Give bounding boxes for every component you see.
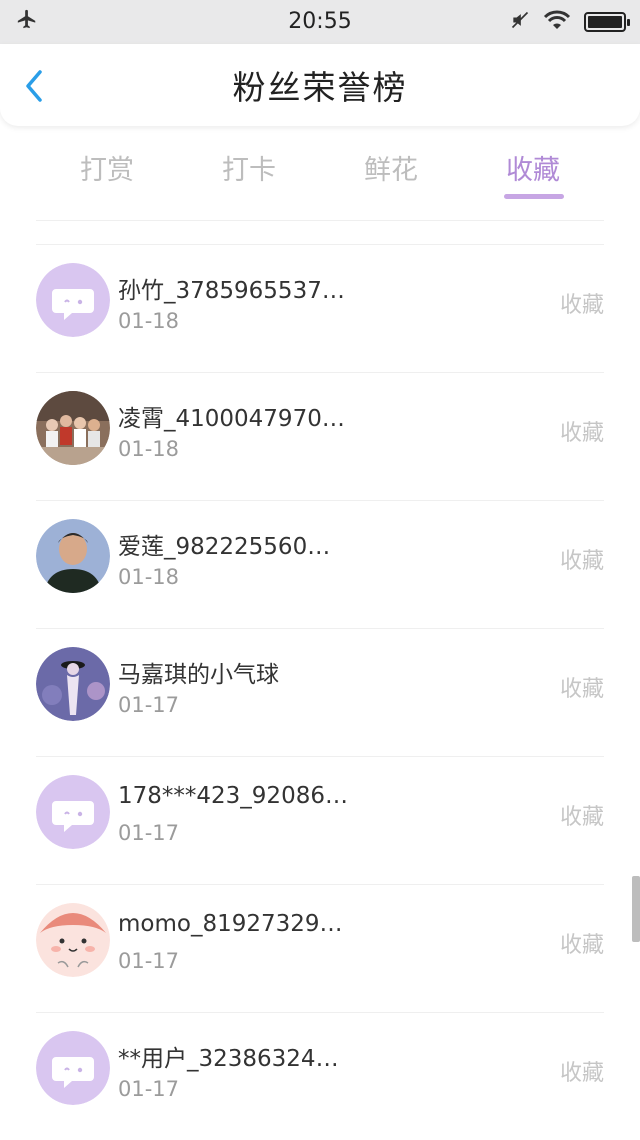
- list-item[interactable]: **用户_32386324… 01-17 收藏: [36, 1012, 604, 1140]
- list-item[interactable]: 马嘉琪的小气球 01-17 收藏: [36, 628, 604, 756]
- default-avatar[interactable]: [36, 1031, 110, 1105]
- action-label: 收藏: [559, 421, 604, 446]
- fan-date: 01-18: [118, 437, 180, 461]
- action-label: 收藏: [559, 293, 604, 318]
- action-label: 收藏: [559, 933, 604, 958]
- nav-header: 粉丝荣誉榜: [0, 44, 640, 126]
- fan-name: 马嘉琪的小气球: [118, 662, 279, 688]
- list-item[interactable]: momo_81927329… 01-17 收藏: [36, 884, 604, 1012]
- fan-name: 凌霄_4100047970…: [118, 406, 345, 432]
- status-bar: 20:55: [0, 0, 640, 44]
- fan-date: 01-17: [118, 821, 180, 845]
- group-photo-avatar[interactable]: [36, 391, 110, 465]
- tab-reward[interactable]: 打赏: [52, 148, 162, 187]
- active-tab-indicator: [504, 194, 564, 199]
- fan-name: 178***423_92086…: [118, 783, 348, 809]
- fan-name: momo_81927329…: [118, 911, 343, 937]
- list-item[interactable]: 孙竹_3785965537… 01-18 收藏: [36, 244, 604, 372]
- list-item[interactable]: 178***423_92086… 01-17 收藏: [36, 756, 604, 884]
- fan-name: **用户_32386324…: [118, 1046, 339, 1072]
- tab-flowers[interactable]: 鲜花: [336, 148, 446, 187]
- scrollbar[interactable]: [632, 876, 640, 942]
- status-time: 20:55: [288, 9, 352, 34]
- tab-bar: 打赏 打卡 鲜花 收藏: [0, 140, 640, 202]
- tab-favorites[interactable]: 收藏: [478, 148, 588, 187]
- action-label: 收藏: [559, 677, 604, 702]
- fan-date: 01-17: [118, 693, 180, 717]
- action-label: 收藏: [559, 1061, 604, 1086]
- fan-name: 孙竹_3785965537…: [118, 278, 345, 304]
- default-avatar[interactable]: [36, 263, 110, 337]
- fan-date: 01-18: [118, 565, 180, 589]
- fan-date: 01-17: [118, 1077, 180, 1101]
- portrait-photo-avatar[interactable]: [36, 519, 110, 593]
- fan-name: 爱莲_982225560…: [118, 534, 331, 560]
- cartoon-avatar[interactable]: [36, 903, 110, 977]
- action-label: 收藏: [559, 549, 604, 574]
- action-label: 收藏: [559, 805, 604, 830]
- fan-list: 孙竹_3785965537… 01-18 收藏 凌霄_4100047970… 0…: [0, 244, 640, 1140]
- tab-checkin[interactable]: 打卡: [194, 148, 304, 187]
- list-item[interactable]: 爱莲_982225560… 01-18 收藏: [36, 500, 604, 628]
- chevron-left-icon: [26, 70, 42, 102]
- fan-date: 01-17: [118, 949, 180, 973]
- fan-date: 01-18: [118, 309, 180, 333]
- divider: [36, 220, 604, 221]
- default-avatar[interactable]: [36, 775, 110, 849]
- back-button[interactable]: [20, 68, 50, 104]
- list-item[interactable]: 凌霄_4100047970… 01-18 收藏: [36, 372, 604, 500]
- battery-icon: [584, 12, 630, 32]
- page-title: 粉丝荣誉榜: [232, 68, 408, 107]
- figure-photo-avatar[interactable]: [36, 647, 110, 721]
